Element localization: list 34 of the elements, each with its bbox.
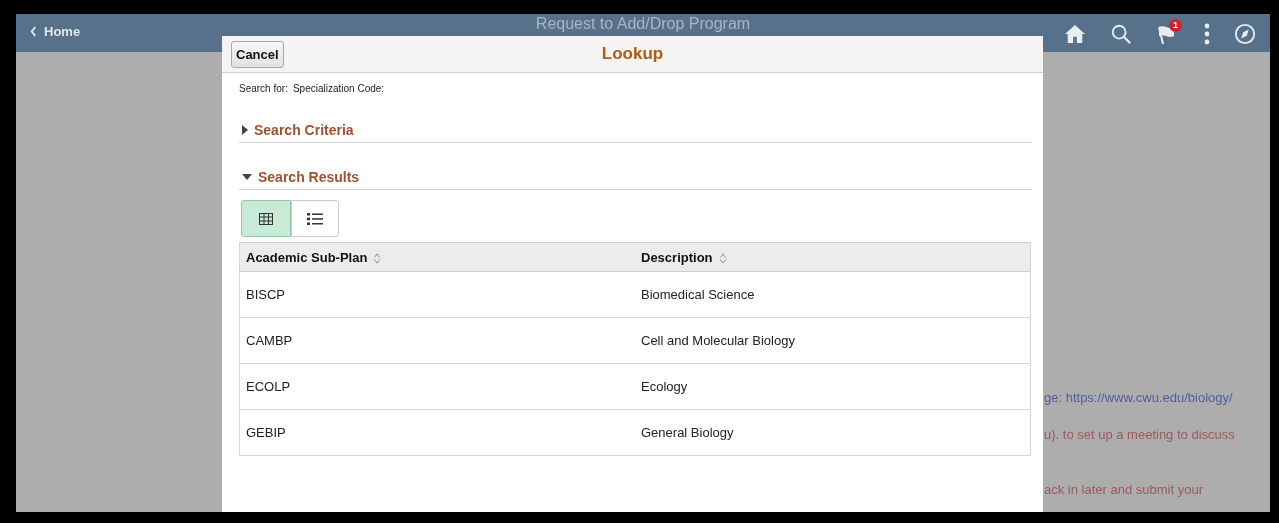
notification-badge: 1: [1169, 19, 1182, 32]
page-text: u). to set up a meeting to discuss: [1044, 427, 1236, 444]
compass-icon[interactable]: [1234, 23, 1256, 45]
search-icon[interactable]: [1110, 23, 1132, 45]
table-cell[interactable]: ECOLP: [239, 363, 635, 410]
expand-icon: [242, 125, 248, 135]
cancel-button[interactable]: Cancel: [231, 40, 284, 68]
dialog-title: Lookup: [601, 44, 664, 64]
table-cell[interactable]: BISCP: [239, 271, 635, 318]
home-icon[interactable]: [1064, 24, 1086, 44]
table-cell[interactable]: General Biology: [635, 409, 1031, 456]
grid-view-button[interactable]: [241, 200, 291, 237]
search-for-value: Specialization Code:: [292, 83, 385, 94]
table-cell[interactable]: Ecology: [635, 363, 1031, 410]
column-header[interactable]: Academic Sub-Plan: [239, 242, 635, 272]
page-title: Request to Add/Drop Program: [535, 15, 751, 33]
section-header[interactable]: Search Criteria: [239, 122, 1032, 143]
grid-icon: [259, 212, 273, 225]
table-cell[interactable]: GEBIP: [239, 409, 635, 456]
list-icon: [307, 212, 323, 225]
list-view-button[interactable]: [291, 200, 339, 237]
table-cell[interactable]: Cell and Molecular Biology: [635, 317, 1031, 364]
table-cell[interactable]: Biomedical Science: [635, 271, 1031, 318]
sort-icon[interactable]: [373, 252, 382, 264]
page-text: ack in later and submit your: [1044, 482, 1204, 499]
search-for-label: Search for:: [239, 83, 288, 94]
table-cell[interactable]: CAMBP: [239, 317, 635, 364]
section-header[interactable]: Search Results: [239, 169, 1032, 190]
chevron-left-icon: [30, 26, 37, 37]
collapse-icon: [242, 174, 252, 180]
more-icon[interactable]: [1204, 23, 1210, 45]
column-header[interactable]: Description: [635, 242, 1031, 272]
sort-icon[interactable]: [718, 252, 727, 264]
home-link[interactable]: Home: [16, 14, 81, 39]
